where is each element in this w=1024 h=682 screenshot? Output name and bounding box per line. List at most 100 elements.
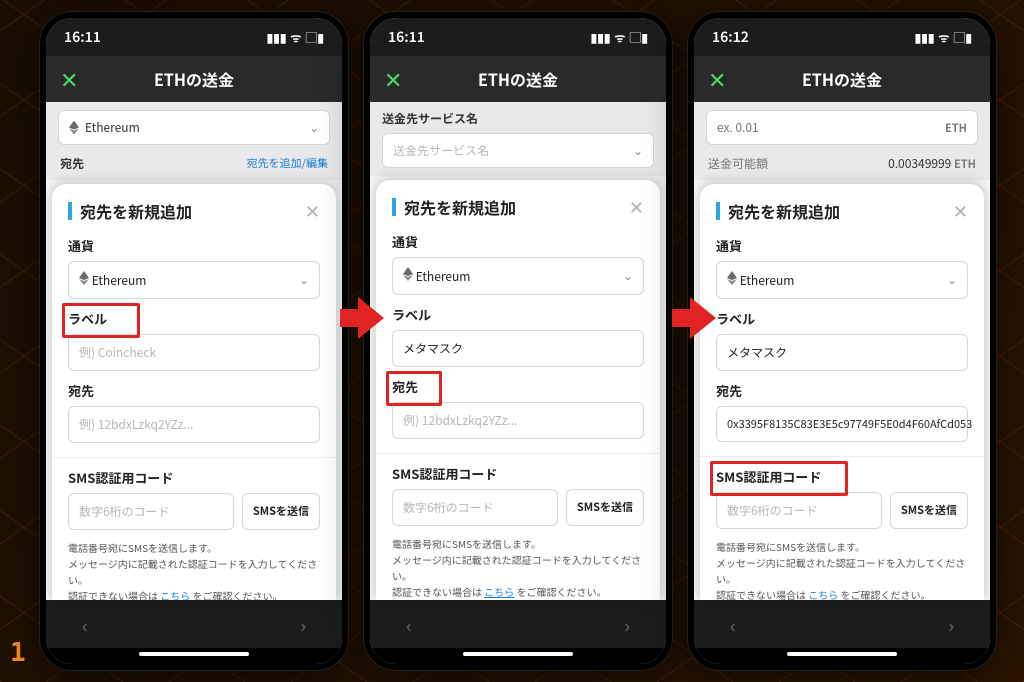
currency-select[interactable]: Ethereum⌄: [392, 257, 644, 295]
chevron-down-icon: ⌄: [947, 271, 957, 288]
close-icon[interactable]: ✕: [60, 63, 78, 95]
sms-code-input[interactable]: 数字6桁のコード: [392, 489, 558, 526]
status-icons: ▮▮▮ ᯤ ▢▮: [267, 29, 324, 46]
chevron-down-icon: ⌄: [623, 267, 633, 284]
home-indicator: [694, 648, 990, 664]
chevron-down-icon: ⌄: [633, 142, 643, 159]
currency-label: 通貨: [716, 236, 968, 255]
chevron-down-icon: ⌄: [309, 119, 319, 136]
address-input[interactable]: 例) 12bdxLzkq2YZz...: [392, 402, 644, 439]
sms-field-label: SMS認証用コード: [68, 468, 320, 487]
sms-code-input[interactable]: 数字6桁のコード: [68, 493, 234, 530]
status-bar: 16:12 ▮▮▮ ᯤ ▢▮: [694, 18, 990, 56]
ethereum-icon: [69, 121, 79, 135]
coin-select[interactable]: Ethereum ⌄: [58, 110, 330, 145]
status-icons: ▮▮▮ ᯤ ▢▮: [915, 29, 972, 46]
amount-input[interactable]: ex. 0.01 ETH: [706, 110, 978, 145]
nav-back-icon[interactable]: ‹: [82, 610, 88, 639]
amount-placeholder: ex. 0.01: [717, 119, 759, 136]
modal-title: 宛先を新規追加: [728, 199, 840, 223]
sms-code-input[interactable]: 数字6桁のコード: [716, 492, 882, 529]
signal-icon: ▮▮▮: [591, 29, 611, 46]
send-sms-button[interactable]: SMSを送信: [242, 493, 320, 530]
address-field-label: 宛先: [716, 381, 968, 400]
sms-field-label: SMS認証用コード: [392, 464, 644, 483]
signal-icon: ▮▮▮: [267, 29, 287, 46]
home-indicator: [46, 648, 342, 664]
sms-note: 電話番号宛にSMSを送信します。 メッセージ内に記載された認証コードを入力してく…: [392, 536, 644, 600]
sms-note: 電話番号宛にSMSを送信します。 メッセージ内に記載された認証コードを入力してく…: [716, 539, 968, 600]
battery-icon: ▢▮: [629, 29, 648, 46]
add-recipient-modal: 宛先を新規追加 ✕ 通貨 Ethereum⌄ ラベル メタマスク 宛先 0x33…: [700, 184, 984, 600]
label-field-label: ラベル: [716, 309, 968, 328]
address-input[interactable]: 0x3395F8135C83E3E5c97749F5E0d4F60AfCd053: [716, 406, 968, 442]
nav-back-icon[interactable]: ‹: [406, 610, 412, 639]
nav-forward-icon[interactable]: ›: [624, 610, 630, 639]
add-recipient-modal: 宛先を新規追加 ✕ 通貨 Ethereum⌄ ラベル メタマスク 宛先 例) 1…: [376, 180, 660, 600]
under-header: Ethereum ⌄ 宛先 宛先を追加/編集: [46, 102, 342, 180]
signal-icon: ▮▮▮: [915, 29, 935, 46]
currency-select[interactable]: Ethereum⌄: [68, 261, 320, 299]
under-header: 送金先サービス名 送金先サービス名⌄: [370, 102, 666, 176]
wifi-icon: ᯤ: [290, 29, 301, 46]
ethereum-icon: [79, 271, 89, 285]
clock: 16:11: [64, 27, 101, 47]
ethereum-icon: [727, 271, 737, 285]
arrow-1: [340, 295, 384, 341]
amount-unit: ETH: [945, 120, 967, 136]
accent-bar: [68, 202, 72, 220]
status-bar: 16:11 ▮▮▮ ᯤ ▢▮: [370, 18, 666, 56]
add-recipient-modal: 宛先を新規追加 ✕ 通貨 Ethereum⌄ ラベル 例) Coincheck …: [52, 184, 336, 600]
wifi-icon: ᯤ: [614, 29, 625, 46]
label-input[interactable]: メタマスク: [716, 334, 968, 371]
currency-select[interactable]: Ethereum⌄: [716, 261, 968, 299]
clock: 16:11: [388, 27, 425, 47]
close-icon[interactable]: ✕: [708, 63, 726, 95]
phone-1: 16:11 ▮▮▮ ᯤ ▢▮ ✕ ETHの送金 Ethereum ⌄ 宛先 宛先を追…: [40, 12, 348, 670]
screen-header: ✕ ETHの送金: [694, 56, 990, 102]
close-icon[interactable]: ✕: [384, 63, 402, 95]
modal-close-icon[interactable]: ✕: [629, 194, 644, 220]
nav-forward-icon[interactable]: ›: [948, 610, 954, 639]
ethereum-icon: [403, 267, 413, 281]
send-sms-button[interactable]: SMSを送信: [890, 492, 968, 529]
home-indicator: [370, 648, 666, 664]
battery-icon: ▢▮: [305, 29, 324, 46]
address-input[interactable]: 例) 12bdxLzkq2YZz...: [68, 406, 320, 443]
label-field-label: ラベル: [68, 309, 320, 328]
screen-header: ✕ ETHの送金: [46, 56, 342, 102]
phone-3: 16:12 ▮▮▮ ᯤ ▢▮ ✕ ETHの送金 ex. 0.01 ETH 送金可能…: [688, 12, 996, 670]
send-sms-button[interactable]: SMSを送信: [566, 489, 644, 526]
available-label: 送金可能額: [708, 155, 768, 172]
service-label: 送金先サービス名: [382, 110, 654, 127]
clock: 16:12: [712, 27, 749, 47]
sms-help-link[interactable]: こちら: [484, 584, 514, 599]
sms-help-link[interactable]: こちら: [808, 587, 838, 600]
edit-addr-link[interactable]: 宛先を追加/編集: [247, 155, 328, 172]
wifi-icon: ᯤ: [938, 29, 949, 46]
nav-forward-icon[interactable]: ›: [300, 610, 306, 639]
screen-title: ETHの送金: [478, 67, 558, 91]
under-addr-label: 宛先: [60, 155, 84, 172]
service-select[interactable]: 送金先サービス名⌄: [382, 133, 654, 168]
label-input[interactable]: メタマスク: [392, 330, 644, 367]
sms-help-link[interactable]: こちら: [160, 588, 190, 600]
accent-bar: [716, 202, 720, 220]
screen-title: ETHの送金: [802, 67, 882, 91]
bottom-nav: ‹ ›: [694, 600, 990, 648]
label-input[interactable]: 例) Coincheck: [68, 334, 320, 371]
currency-label: 通貨: [68, 236, 320, 255]
label-field-label: ラベル: [392, 305, 644, 324]
address-field-label: 宛先: [392, 377, 644, 396]
modal-title: 宛先を新規追加: [80, 199, 192, 223]
battery-icon: ▢▮: [953, 29, 972, 46]
accent-bar: [392, 198, 396, 216]
bottom-nav: ‹ ›: [370, 600, 666, 648]
modal-close-icon[interactable]: ✕: [305, 198, 320, 224]
screen-title: ETHの送金: [154, 67, 234, 91]
status-bar: 16:11 ▮▮▮ ᯤ ▢▮: [46, 18, 342, 56]
nav-back-icon[interactable]: ‹: [730, 610, 736, 639]
modal-close-icon[interactable]: ✕: [953, 198, 968, 224]
coin-name: Ethereum: [85, 119, 140, 136]
address-field-label: 宛先: [68, 381, 320, 400]
